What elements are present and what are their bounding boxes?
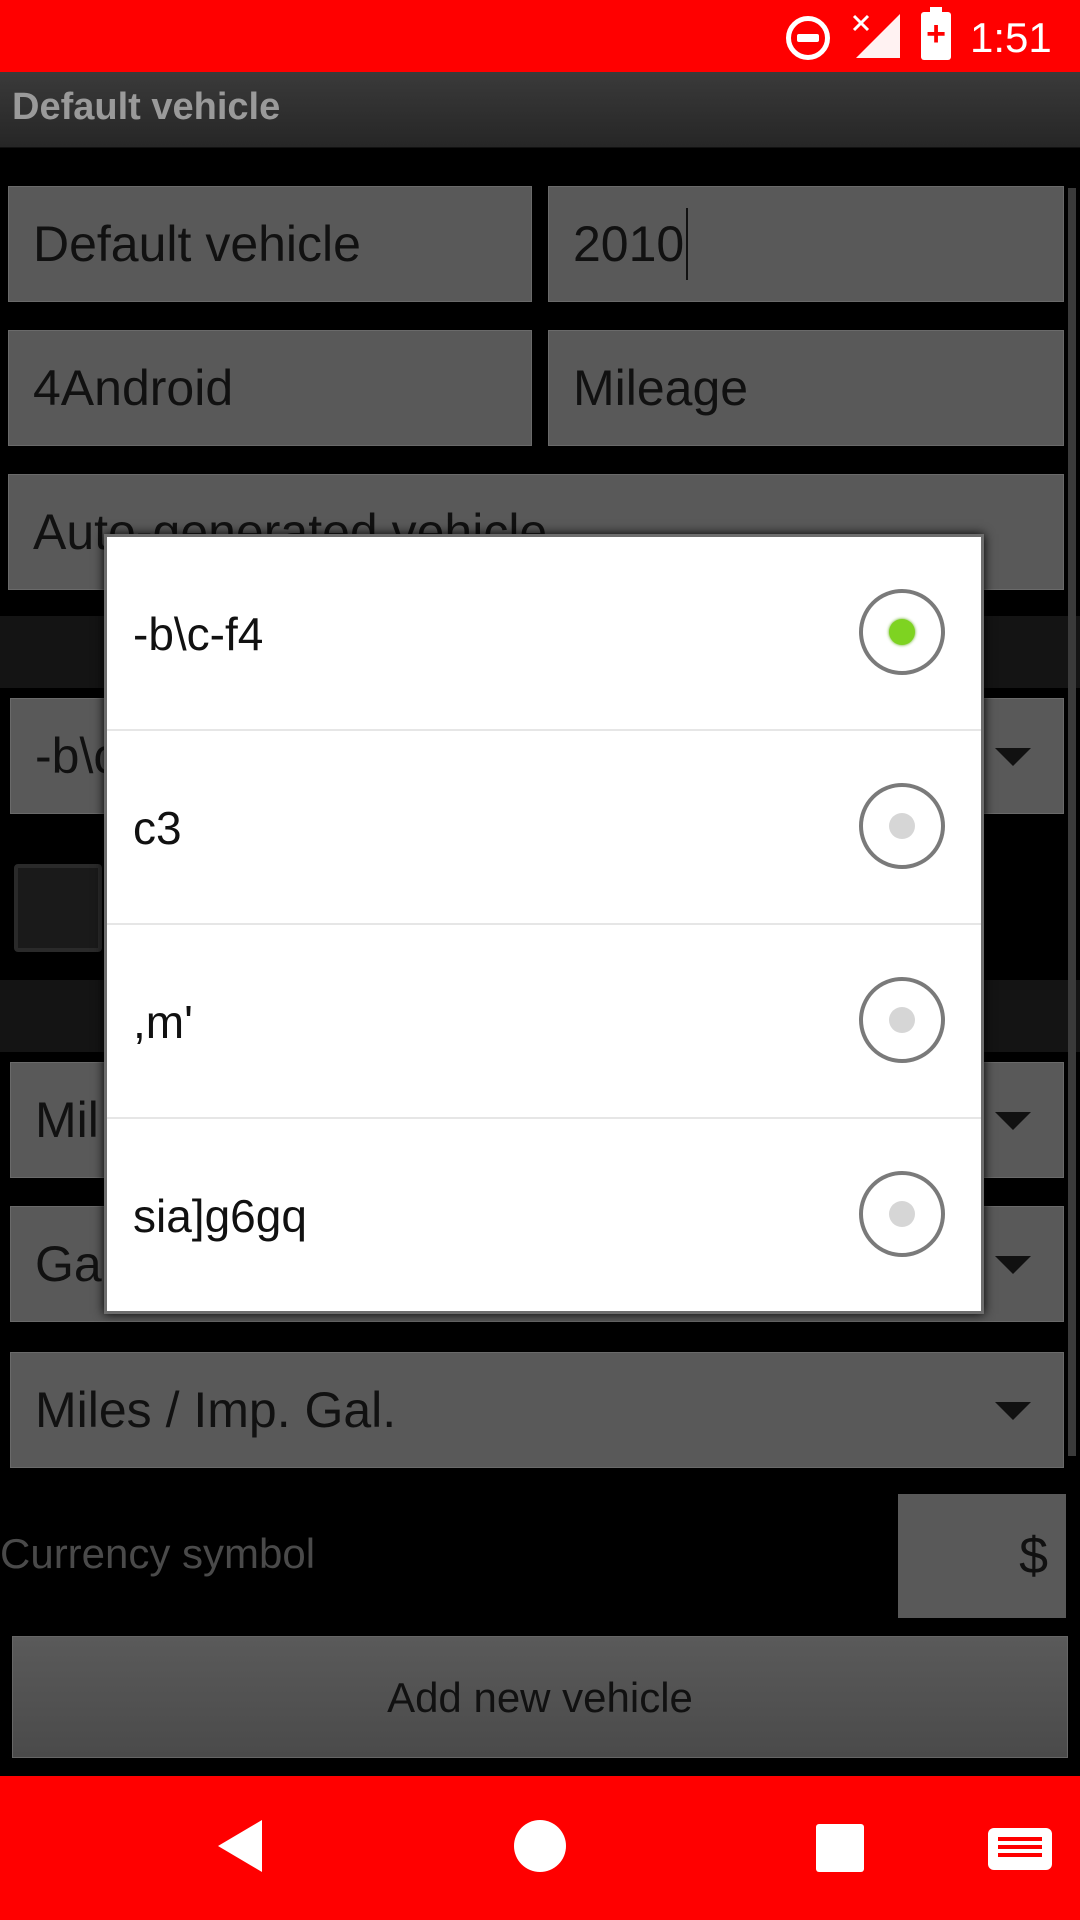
dialog-option[interactable]: ,m' — [107, 925, 981, 1119]
radio-button[interactable] — [859, 977, 945, 1063]
choice-dialog: -b\c-f4 c3 ,m' sia]g6gq — [104, 534, 984, 1314]
status-clock: 1:51 — [970, 14, 1052, 61]
chevron-down-icon — [995, 1402, 1031, 1420]
navigation-bar — [0, 1776, 1080, 1920]
recents-icon[interactable] — [816, 1824, 864, 1872]
back-icon[interactable] — [218, 1820, 262, 1872]
economy-units-spinner[interactable]: Miles / Imp. Gal. — [10, 1352, 1064, 1468]
action-bar: Default vehicle — [0, 72, 1080, 148]
vehicle-year-field[interactable]: 2010 — [548, 186, 1064, 302]
action-bar-title: Default vehicle — [12, 86, 281, 128]
radio-dot-icon — [889, 813, 915, 839]
add-new-vehicle-button[interactable]: Add new vehicle — [12, 1636, 1068, 1758]
active-checkbox[interactable] — [14, 864, 102, 952]
vehicle-model-field[interactable]: Mileage — [548, 330, 1064, 446]
dialog-option[interactable]: c3 — [107, 731, 981, 925]
signal-off-icon — [852, 14, 900, 58]
vehicle-name-value: Default vehicle — [33, 216, 361, 272]
vehicle-make-field[interactable]: 4Android — [8, 330, 532, 446]
vehicle-name-field[interactable]: Default vehicle — [8, 186, 532, 302]
vehicle-model-placeholder: Mileage — [573, 360, 749, 416]
economy-units-value: Miles / Imp. Gal. — [35, 1382, 397, 1438]
scrollbar[interactable] — [1068, 188, 1076, 1456]
radio-button-checked[interactable] — [859, 589, 945, 675]
battery-charging-icon — [921, 7, 951, 60]
vehicle-year-value: 2010 — [573, 216, 685, 272]
radio-dot-icon — [889, 1007, 915, 1033]
dialog-option[interactable]: -b\c-f4 — [107, 537, 981, 731]
chevron-down-icon — [995, 748, 1031, 766]
radio-dot-icon — [889, 1201, 915, 1227]
dialog-option-label: c3 — [133, 802, 182, 854]
chevron-down-icon — [995, 1112, 1031, 1130]
distance-units-value: Mil — [35, 1092, 99, 1148]
do-not-disturb-icon — [786, 16, 830, 60]
dialog-option-label: ,m' — [133, 996, 193, 1048]
chevron-down-icon — [995, 1256, 1031, 1274]
currency-symbol-field[interactable]: $ — [898, 1494, 1066, 1618]
status-bar: 1:51 — [0, 0, 1080, 72]
currency-symbol-label: Currency symbol — [0, 1530, 316, 1577]
keyboard-icon[interactable] — [988, 1828, 1052, 1870]
text-cursor — [686, 208, 689, 280]
dialog-option-label: -b\c-f4 — [133, 608, 264, 660]
radio-button[interactable] — [859, 783, 945, 869]
dialog-option-label: sia]g6gq — [133, 1190, 307, 1242]
vehicle-make-value: 4Android — [33, 360, 234, 416]
radio-button[interactable] — [859, 1171, 945, 1257]
radio-dot-icon — [889, 619, 915, 645]
dialog-option[interactable]: sia]g6gq — [107, 1119, 981, 1313]
volume-units-value: Gal — [35, 1236, 113, 1292]
home-icon[interactable] — [514, 1820, 566, 1872]
